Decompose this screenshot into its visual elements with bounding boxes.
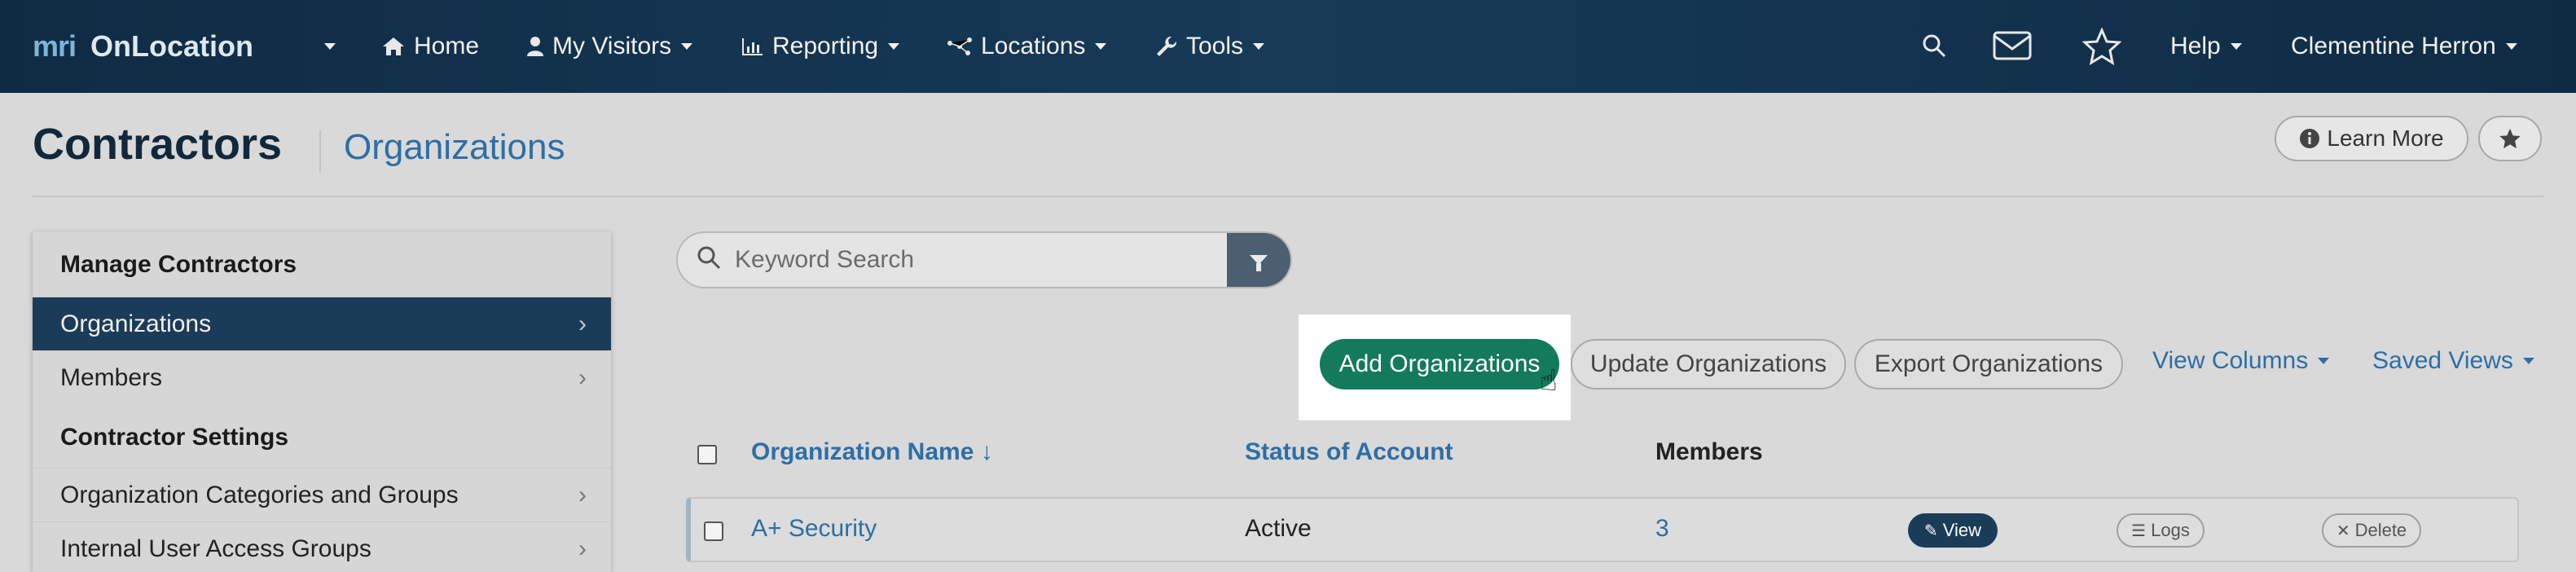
mri-logo: mri <box>33 29 77 63</box>
chevron-down-icon <box>2522 358 2534 364</box>
column-members: Members <box>1655 438 1763 465</box>
chevron-down-icon <box>2318 358 2330 364</box>
column-status-of-account[interactable]: Status of Account <box>1245 438 1453 466</box>
saved-views-label: Saved Views <box>2372 347 2513 374</box>
network-icon <box>947 37 972 55</box>
chevron-right-icon: › <box>578 535 587 562</box>
sidebar-item-label: Organization Categories and Groups <box>60 481 459 508</box>
sidebar-item-label: Members <box>60 363 163 391</box>
top-navbar: mri OnLocation Home My Visitors Reportin… <box>0 0 2576 93</box>
search-input[interactable] <box>735 233 1224 287</box>
star-icon <box>2499 128 2521 149</box>
nav-locations[interactable]: Locations <box>947 0 1107 93</box>
brand-logo[interactable]: mri OnLocation <box>33 29 253 64</box>
nav-home-label: Home <box>414 33 480 59</box>
sidebar: Manage Contractors Organizations › Membe… <box>33 231 611 572</box>
chevron-right-icon: › <box>578 310 587 337</box>
info-icon <box>2300 129 2320 148</box>
add-organizations-button[interactable]: Add Organizations <box>1320 339 1559 389</box>
logs-label: Logs <box>2151 520 2190 540</box>
nav-help-label: Help <box>2170 33 2221 59</box>
select-all-checkbox[interactable] <box>697 445 717 464</box>
home-icon <box>383 37 404 55</box>
filter-icon <box>1250 255 1268 271</box>
saved-views-dropdown[interactable]: Saved Views <box>2372 347 2534 375</box>
column-organization-name[interactable]: Organization Name ↓ <box>751 438 993 466</box>
nav-locations-label: Locations <box>981 33 1086 59</box>
star-icon[interactable] <box>2082 28 2121 65</box>
nav-tools[interactable]: Tools <box>1155 0 1265 93</box>
learn-more-label: Learn More <box>2327 125 2444 151</box>
row-checkbox[interactable] <box>704 521 723 541</box>
chevron-right-icon: › <box>578 481 587 508</box>
sidebar-section-contractor-settings: Contractor Settings <box>60 424 289 451</box>
export-organizations-button[interactable]: Export Organizations <box>1854 339 2123 389</box>
nav-home[interactable]: Home <box>381 0 479 93</box>
user-menu[interactable]: Clementine Herron <box>2291 0 2517 93</box>
title-divider <box>319 130 321 173</box>
view-columns-label: View Columns <box>2152 347 2309 374</box>
person-icon <box>527 37 543 56</box>
app-name: OnLocation <box>90 29 254 63</box>
wrench-icon <box>1157 36 1177 56</box>
favorite-button[interactable] <box>2478 116 2542 161</box>
page-title: Contractors <box>33 120 283 169</box>
chevron-down-icon <box>888 43 900 50</box>
table-row <box>686 497 2519 562</box>
sidebar-section-manage-contractors: Manage Contractors <box>60 251 297 278</box>
header-divider <box>33 196 2543 197</box>
sidebar-item-organization-categories[interactable]: Organization Categories and Groups › <box>33 468 611 521</box>
delete-label: Delete <box>2354 520 2407 540</box>
update-organizations-button[interactable]: Update Organizations <box>1571 339 1846 389</box>
app-switcher-dropdown[interactable] <box>314 0 336 93</box>
list-icon: ☰ <box>2131 521 2147 540</box>
chevron-down-icon <box>681 43 693 50</box>
nav-my-visitors-label: My Visitors <box>552 33 672 59</box>
chevron-down-icon <box>1253 43 1265 50</box>
sidebar-item-organizations[interactable]: Organizations › <box>33 297 611 350</box>
chevron-down-icon <box>2505 43 2517 50</box>
delete-button[interactable]: ✕ Delete <box>2322 513 2421 548</box>
sidebar-item-internal-user-access-groups[interactable]: Internal User Access Groups › <box>33 521 611 572</box>
filter-button[interactable] <box>1227 233 1290 287</box>
nav-tools-label: Tools <box>1186 33 1244 59</box>
nav-reporting[interactable]: Reporting <box>741 0 900 93</box>
chevron-right-icon: › <box>578 363 587 391</box>
edit-icon: ✎ <box>1923 521 1938 540</box>
organization-name-link[interactable]: A+ Security <box>751 515 877 543</box>
view-columns-dropdown[interactable]: View Columns <box>2152 347 2330 375</box>
page-subtitle: Organizations <box>344 127 565 167</box>
nav-my-visitors[interactable]: My Visitors <box>526 0 693 93</box>
learn-more-button[interactable]: Learn More <box>2275 116 2468 161</box>
search-icon[interactable] <box>1921 33 1947 59</box>
search-icon <box>697 246 721 270</box>
chevron-down-icon <box>2230 43 2242 50</box>
sidebar-item-label: Internal User Access Groups <box>60 535 371 562</box>
close-icon: ✕ <box>2336 521 2350 540</box>
chart-icon <box>742 38 763 55</box>
hand-cursor-icon: ☝ <box>1540 363 1558 397</box>
members-count-link[interactable]: 3 <box>1655 515 1669 543</box>
chevron-down-icon <box>324 43 336 50</box>
nav-reporting-label: Reporting <box>772 33 879 59</box>
status-value: Active <box>1245 515 1312 542</box>
view-button[interactable]: ✎ View <box>1908 513 1998 548</box>
chevron-down-icon <box>1095 43 1107 50</box>
user-name: Clementine Herron <box>2291 33 2496 59</box>
nav-help[interactable]: Help <box>2170 0 2242 93</box>
sidebar-item-label: Organizations <box>60 310 212 337</box>
sidebar-item-members[interactable]: Members › <box>33 350 611 404</box>
view-label: View <box>1942 520 1982 540</box>
logs-button[interactable]: ☰ Logs <box>2117 513 2205 548</box>
keyword-search <box>676 231 1292 288</box>
mail-icon[interactable] <box>1993 31 2032 60</box>
